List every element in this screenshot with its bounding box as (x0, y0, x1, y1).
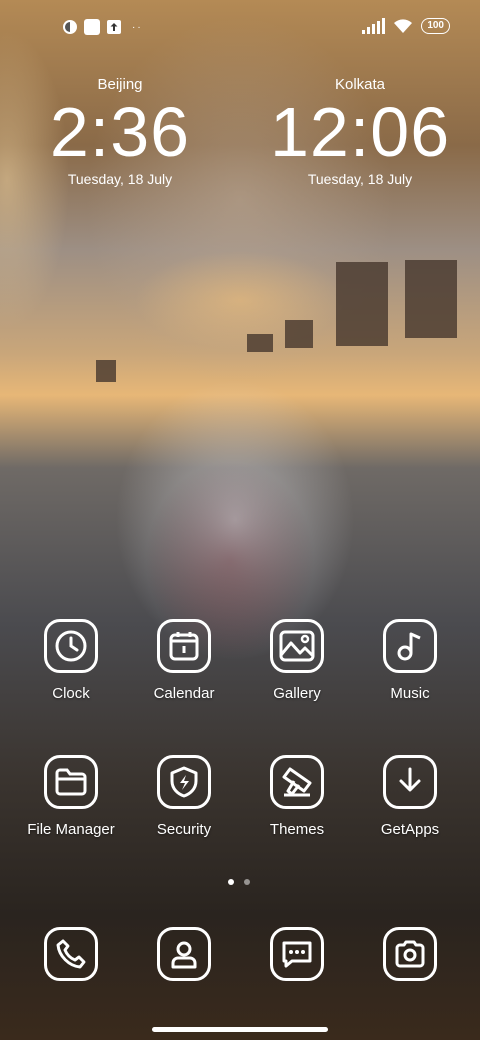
app-label: Music (390, 685, 430, 702)
clock-time: 2:36 (49, 93, 191, 171)
app-calendar[interactable]: Calendar (129, 619, 239, 702)
page-indicator (228, 879, 250, 885)
app-label: Themes (269, 821, 325, 838)
clock-city: Kolkata (334, 76, 386, 93)
app-label: Security (156, 821, 212, 838)
phone-icon (44, 927, 98, 981)
battery-indicator: 100 (421, 18, 450, 34)
clock-date: Tuesday, 18 July (67, 171, 173, 187)
app-clock[interactable]: Clock (16, 619, 126, 702)
calendar-icon (157, 619, 211, 673)
dock-phone[interactable] (16, 927, 126, 981)
app-icon (84, 19, 100, 35)
app-label: GetApps (380, 821, 440, 838)
contacts-icon (157, 927, 211, 981)
notification-icon (63, 20, 77, 34)
page-dot (244, 879, 250, 885)
signal-icon (362, 18, 386, 34)
more-notifications-indicator: ·· (132, 21, 143, 33)
app-label: File Manager (27, 821, 115, 838)
folder-icon (44, 755, 98, 809)
dock-messages[interactable] (242, 927, 352, 981)
clock-icon (44, 619, 98, 673)
music-icon (383, 619, 437, 673)
app-file-manager[interactable]: File Manager (16, 755, 126, 838)
upload-icon (107, 20, 121, 34)
shield-icon (157, 755, 211, 809)
dock-contacts[interactable] (129, 927, 239, 981)
home-indicator[interactable] (152, 1027, 328, 1032)
clock-widget-beijing[interactable]: Beijing 2:36 Tuesday, 18 July (30, 76, 210, 187)
clock-time: 12:06 (270, 93, 451, 171)
gallery-icon (270, 619, 324, 673)
app-label: Gallery (273, 685, 321, 702)
messages-icon (270, 927, 324, 981)
app-themes[interactable]: Themes (242, 755, 352, 838)
app-label: Clock (52, 685, 90, 702)
clock-widget-kolkata[interactable]: Kolkata 12:06 Tuesday, 18 July (270, 76, 450, 187)
brush-icon (270, 755, 324, 809)
app-music[interactable]: Music (355, 619, 465, 702)
download-icon (383, 755, 437, 809)
app-gallery[interactable]: Gallery (242, 619, 352, 702)
app-label: Calendar (153, 685, 215, 702)
app-getapps[interactable]: GetApps (355, 755, 465, 838)
page-dot-active (228, 879, 234, 885)
dock-camera[interactable] (355, 927, 465, 981)
camera-icon (383, 927, 437, 981)
clock-date: Tuesday, 18 July (307, 171, 413, 187)
clock-city: Beijing (97, 76, 143, 93)
wifi-icon (394, 19, 413, 33)
status-notification-icons: ·· (62, 19, 143, 35)
status-system-icons: 100 (362, 18, 450, 34)
app-security[interactable]: Security (129, 755, 239, 838)
status-bar: ·· 100 (0, 0, 480, 56)
